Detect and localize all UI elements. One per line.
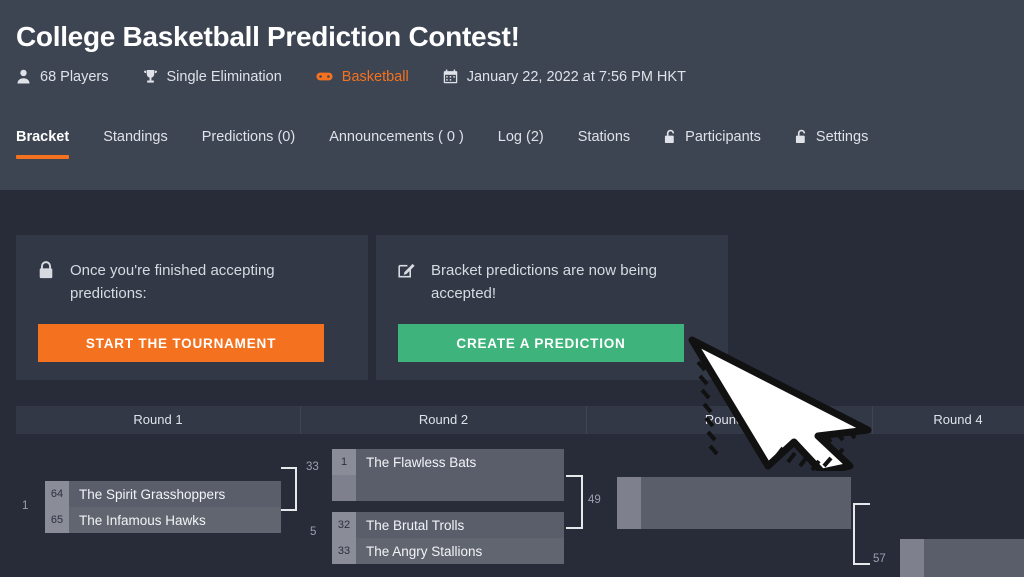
meta-category-label: Basketball — [341, 68, 409, 85]
tab-settings[interactable]: Settings — [795, 129, 868, 159]
trophy-icon — [143, 69, 158, 84]
team-name: The Infamous Hawks — [69, 507, 281, 533]
round-header-3: Round 3 — [587, 406, 873, 434]
calendar-icon — [443, 69, 458, 84]
match-number: 57 — [873, 553, 886, 565]
person-icon — [16, 69, 31, 84]
meta-players: 68 Players — [16, 69, 109, 85]
team-name — [356, 475, 564, 501]
bracket-connector — [566, 475, 583, 529]
team-name: The Flawless Bats — [356, 449, 564, 475]
tab-settings-label: Settings — [815, 128, 869, 145]
match-number: 5 — [310, 526, 317, 538]
tab-participants-label: Participants — [685, 128, 761, 145]
seed-number — [617, 477, 641, 503]
match-5[interactable]: 32 The Brutal Trolls 33 The Angry Stalli… — [332, 512, 564, 564]
tab-participants[interactable]: Participants — [664, 129, 761, 159]
tab-announcements-label: Announcements ( 0 ) — [329, 128, 464, 145]
team-name: The Spirit Grasshoppers — [69, 481, 281, 507]
start-card-text: Once you're finished accepting predictio… — [70, 262, 275, 303]
meta-format-label: Single Elimination — [166, 68, 282, 85]
round-header-2: Round 2 — [301, 406, 587, 434]
match-slot[interactable] — [900, 565, 1024, 577]
team-name — [924, 565, 1024, 577]
tab-stations-label: Stations — [577, 128, 631, 145]
match-slot[interactable]: 65 The Infamous Hawks — [45, 507, 281, 533]
seed-number: 65 — [45, 507, 69, 533]
meta-date-label: January 22, 2022 at 7:56 PM HKT — [466, 68, 686, 85]
seed-number — [900, 565, 924, 577]
match-33[interactable]: 1 The Flawless Bats — [332, 449, 564, 501]
match-57[interactable] — [900, 539, 1024, 577]
match-slot[interactable]: 32 The Brutal Trolls — [332, 512, 564, 538]
round-header-bar: Round 1 Round 2 Round 3 Round 4 — [16, 406, 1024, 434]
action-card-row: Once you're finished accepting predictio… — [0, 235, 1024, 380]
tab-predictions-label: Predictions (0) — [201, 128, 296, 145]
edit-square-icon — [398, 261, 415, 284]
tab-stations[interactable]: Stations — [578, 129, 630, 159]
tournament-meta-row: 68 Players Single Elimination Basketball… — [16, 69, 1008, 85]
seed-number — [332, 475, 356, 501]
match-number: 49 — [588, 494, 601, 506]
lock-icon — [38, 261, 54, 284]
seed-number — [617, 503, 641, 529]
team-name: The Brutal Trolls — [356, 512, 564, 538]
seed-number: 32 — [332, 512, 356, 538]
start-card-header: Once you're finished accepting predictio… — [38, 259, 346, 306]
match-slot[interactable] — [900, 539, 1024, 565]
create-prediction-card: Bracket predictions are now being accept… — [376, 235, 728, 380]
start-tournament-card: Once you're finished accepting predictio… — [16, 235, 368, 380]
match-1[interactable]: 64 The Spirit Grasshoppers 65 The Infamo… — [45, 481, 281, 533]
page-title: College Basketball Prediction Contest! — [16, 21, 520, 52]
prediction-card-header: Bracket predictions are now being accept… — [398, 259, 706, 306]
round-header-4: Round 4 — [873, 406, 1024, 434]
round-header-1: Round 1 — [16, 406, 301, 434]
match-slot[interactable]: 33 The Angry Stallions — [332, 538, 564, 564]
tab-standings[interactable]: Standings — [103, 129, 168, 159]
gamepad-icon — [316, 70, 333, 83]
match-slot[interactable]: 1 The Flawless Bats — [332, 449, 564, 475]
seed-number: 33 — [332, 538, 356, 564]
match-49[interactable] — [617, 477, 851, 529]
unlock-icon — [664, 129, 677, 144]
team-name: The Angry Stallions — [356, 538, 564, 564]
tab-log[interactable]: Log (2) — [498, 129, 544, 159]
team-name — [641, 477, 851, 503]
match-slot[interactable] — [617, 477, 851, 503]
bracket-canvas[interactable]: 1 64 The Spirit Grasshoppers 65 The Infa… — [0, 440, 1024, 577]
match-slot[interactable]: 64 The Spirit Grasshoppers — [45, 481, 281, 507]
seed-number: 1 — [332, 449, 356, 475]
tab-predictions[interactable]: Predictions (0) — [202, 129, 295, 159]
meta-category: Basketball — [316, 69, 409, 85]
match-slot[interactable] — [332, 475, 564, 501]
main-tab-bar: Bracket Standings Predictions (0) Announ… — [16, 107, 1008, 159]
create-prediction-button[interactable]: CREATE A PREDICTION — [398, 323, 684, 362]
match-number: 1 — [22, 500, 29, 512]
meta-date: January 22, 2022 at 7:56 PM HKT — [443, 69, 686, 85]
seed-number: 64 — [45, 481, 69, 507]
prediction-card-text: Bracket predictions are now being accept… — [431, 262, 657, 303]
start-tournament-button[interactable]: START THE TOURNAMENT — [38, 323, 324, 362]
meta-format: Single Elimination — [143, 69, 282, 85]
team-name — [641, 503, 851, 529]
tab-standings-label: Standings — [103, 128, 168, 145]
team-name — [924, 539, 1024, 565]
tab-bracket-label: Bracket — [16, 128, 70, 145]
tab-announcements[interactable]: Announcements ( 0 ) — [329, 129, 464, 159]
bracket-connector — [281, 467, 297, 511]
unlock-icon — [795, 129, 808, 144]
tab-log-label: Log (2) — [497, 128, 544, 145]
bracket-connector — [853, 503, 870, 565]
match-slot[interactable] — [617, 503, 851, 529]
match-number: 33 — [306, 461, 319, 473]
meta-players-label: 68 Players — [40, 68, 109, 85]
seed-number — [900, 539, 924, 565]
page-header: College Basketball Prediction Contest! 6… — [0, 0, 1024, 190]
tab-bracket[interactable]: Bracket — [16, 128, 70, 159]
